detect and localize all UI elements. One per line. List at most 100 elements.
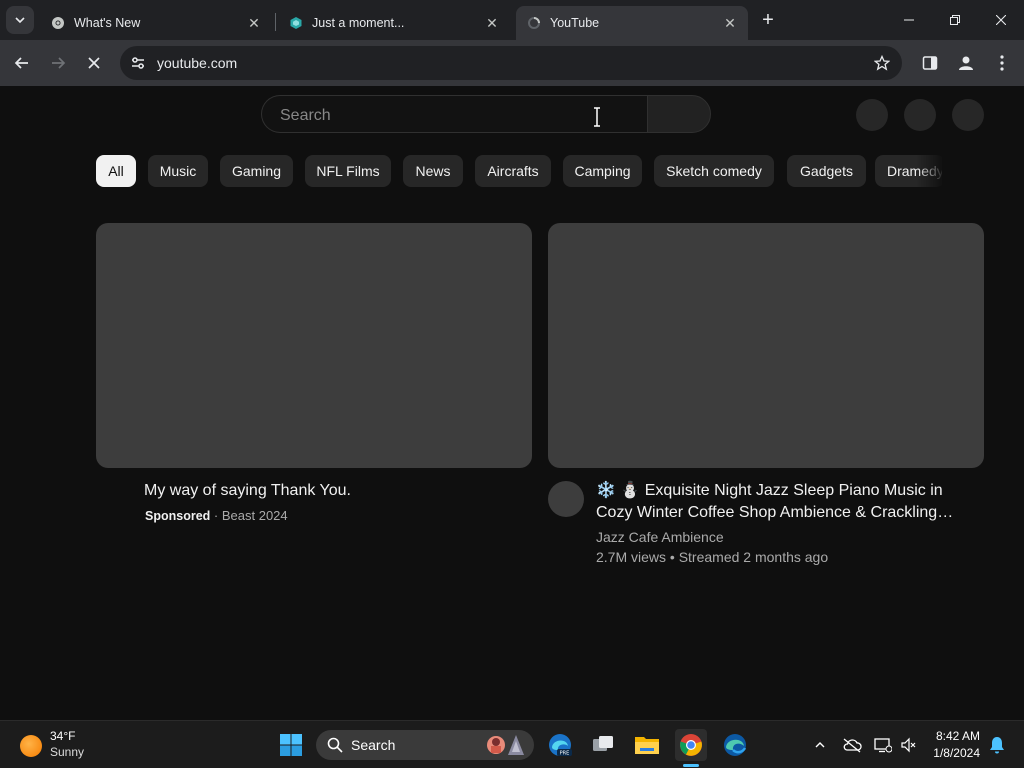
close-icon: [88, 57, 100, 69]
arrow-right-icon: [52, 57, 66, 69]
close-window-button[interactable]: [978, 0, 1024, 40]
video-title[interactable]: My way of saying Thank You.: [144, 480, 351, 502]
minimize-button[interactable]: [886, 0, 932, 40]
close-icon: [996, 15, 1006, 25]
chip-gadgets[interactable]: Gadgets: [787, 155, 866, 187]
account-avatar-placeholder[interactable]: [952, 99, 984, 131]
channel-name[interactable]: Beast 2024: [222, 508, 288, 523]
close-tab-icon[interactable]: ✕: [482, 13, 502, 33]
meta-separator: ·: [210, 508, 222, 523]
restore-icon: [950, 15, 960, 25]
tab-title: YouTube: [550, 16, 600, 30]
onedrive-tray-button[interactable]: [842, 735, 862, 755]
cloudflare-shield-icon: [288, 15, 304, 31]
search-highlight-icon: [487, 735, 524, 755]
channel-name[interactable]: Jazz Cafe Ambience: [596, 529, 724, 545]
minimize-icon: [904, 19, 914, 21]
notifications-button[interactable]: [987, 735, 1007, 755]
chevron-up-icon: [815, 742, 825, 748]
cloud-offline-icon: [843, 738, 862, 753]
chip-aircrafts[interactable]: Aircrafts: [475, 155, 551, 187]
search-input[interactable]: [278, 105, 622, 127]
taskbar-chrome[interactable]: [675, 729, 707, 761]
stop-loading-button[interactable]: [80, 49, 108, 77]
chrome-icon: [680, 734, 702, 756]
side-panel-icon: [922, 56, 938, 70]
taskbar-edge[interactable]: [719, 729, 751, 761]
show-hidden-icons-button[interactable]: [810, 735, 830, 755]
url-text[interactable]: youtube.com: [157, 55, 237, 71]
clock-date[interactable]: 1/8/2024: [933, 746, 980, 760]
bookmark-star-icon[interactable]: [872, 53, 892, 73]
weather-condition: Sunny: [50, 745, 85, 759]
profile-button[interactable]: [955, 52, 977, 74]
task-view-icon: [593, 736, 613, 751]
taskbar-search[interactable]: Search: [316, 730, 534, 760]
video-title-line-1: ❄️ ⛄ Exquisite Night Jazz Sleep Piano Mu…: [596, 482, 943, 499]
chip-news[interactable]: News: [403, 155, 463, 187]
chip-dramedy[interactable]: Dramedy: [875, 155, 942, 187]
chip-camping[interactable]: Camping: [563, 155, 642, 187]
video-thumbnail[interactable]: [96, 223, 532, 468]
volume-tray-button[interactable]: [899, 735, 919, 755]
plus-icon: +: [762, 8, 774, 31]
forward-button[interactable]: [44, 49, 72, 77]
tab-search-button[interactable]: [6, 6, 34, 34]
tab-strip: What's New ✕ Just a moment... ✕ YouTube …: [0, 0, 1024, 40]
bell-icon: [990, 737, 1004, 754]
tab-just-a-moment[interactable]: Just a moment... ✕: [278, 6, 510, 40]
tab-whats-new[interactable]: What's New ✕: [40, 6, 272, 40]
restore-button[interactable]: [932, 0, 978, 40]
search-icon: [327, 737, 343, 753]
sun-icon: [20, 735, 42, 757]
network-tray-button[interactable]: [873, 735, 893, 755]
new-tab-button[interactable]: +: [756, 8, 780, 32]
back-button[interactable]: [8, 49, 36, 77]
tab-title: Just a moment...: [312, 16, 405, 30]
menu-button[interactable]: [991, 52, 1013, 74]
create-button-placeholder[interactable]: [856, 99, 888, 131]
category-chips-bar: All Music Gaming NFL Films News Aircraft…: [96, 155, 942, 187]
more-vert-icon: [1000, 55, 1004, 71]
person-icon: [959, 56, 973, 70]
address-bar[interactable]: youtube.com: [120, 46, 902, 80]
taskbar-file-explorer[interactable]: [631, 729, 663, 761]
loading-spinner-icon: [526, 15, 542, 31]
tab-divider: [275, 13, 276, 31]
chip-music[interactable]: Music: [148, 155, 208, 187]
taskbar-search-label: Search: [351, 737, 396, 753]
chip-nfl-films[interactable]: NFL Films: [305, 155, 391, 187]
taskbar-edge-beta[interactable]: PRE: [544, 729, 576, 761]
youtube-search-box[interactable]: [261, 95, 647, 133]
search-button[interactable]: [647, 95, 711, 133]
start-button[interactable]: [275, 729, 307, 761]
chip-all[interactable]: All: [96, 155, 136, 187]
speaker-muted-icon: [901, 737, 916, 753]
clock-time[interactable]: 8:42 AM: [936, 729, 980, 743]
arrow-left-icon: [14, 57, 28, 69]
sponsored-label: Sponsored: [145, 509, 211, 523]
video-thumbnail[interactable]: [548, 223, 984, 468]
tab-youtube[interactable]: YouTube ✕: [516, 6, 748, 40]
tab-title: What's New: [74, 16, 141, 30]
folder-icon: [635, 737, 659, 754]
active-app-indicator: [683, 764, 699, 767]
taskbar-task-view[interactable]: [587, 729, 619, 761]
video-title-line-2: Cozy Winter Coffee Shop Ambience & Crack…: [596, 504, 954, 521]
video-meta: Sponsored · Beast 2024: [145, 508, 288, 523]
chevron-down-icon: [15, 17, 25, 24]
channel-avatar[interactable]: [548, 481, 584, 517]
network-monitor-icon: [874, 738, 892, 753]
close-tab-icon[interactable]: ✕: [244, 13, 264, 33]
edge-icon: [724, 734, 747, 756]
chip-gaming[interactable]: Gaming: [220, 155, 293, 187]
side-panel-button[interactable]: [919, 52, 941, 74]
notifications-button-placeholder[interactable]: [904, 99, 936, 131]
text-cursor-icon: [594, 107, 600, 127]
site-info-icon[interactable]: [128, 53, 148, 73]
chip-sketch-comedy[interactable]: Sketch comedy: [654, 155, 774, 187]
weather-temperature: 34°F: [50, 729, 76, 743]
close-tab-icon[interactable]: ✕: [720, 13, 740, 33]
video-title[interactable]: ❄️ ⛄ Exquisite Night Jazz Sleep Piano Mu…: [596, 480, 976, 524]
edge-beta-icon: PRE: [549, 734, 572, 757]
